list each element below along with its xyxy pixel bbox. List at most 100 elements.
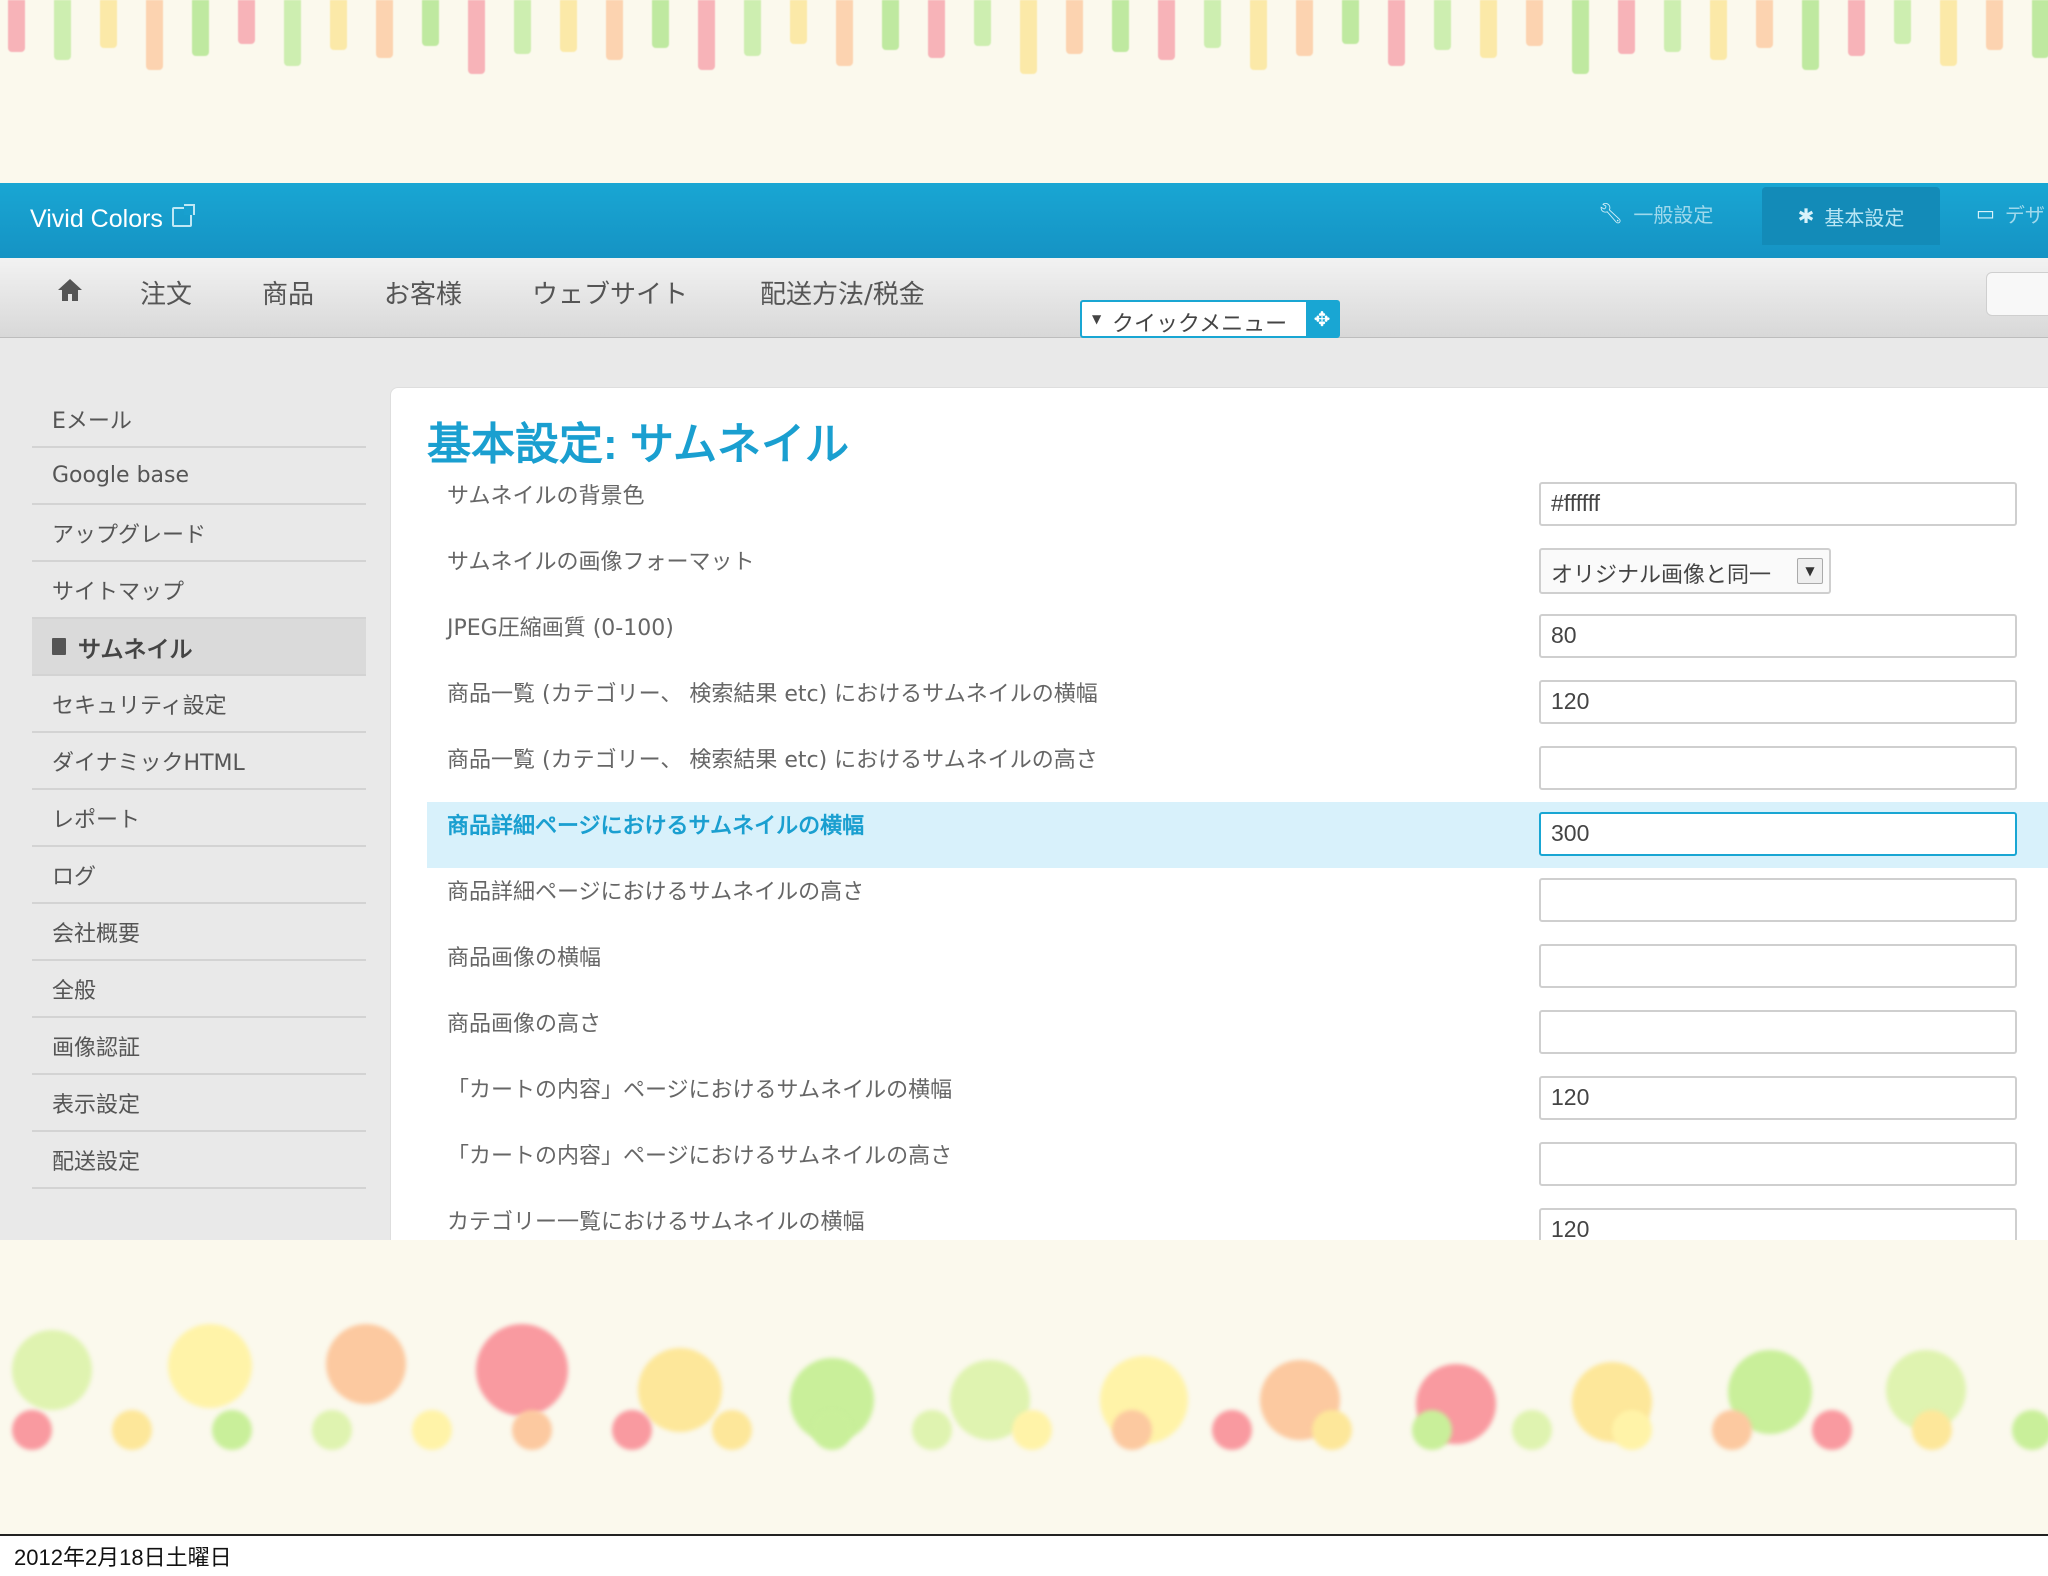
document-icon: [52, 638, 66, 655]
sidebar-item-google-base[interactable]: Google base: [32, 448, 366, 505]
list-thumb-width-input[interactable]: 120: [1539, 680, 2017, 724]
sidebar-item-label: 配送設定: [52, 1149, 141, 1175]
product-image-width-input[interactable]: [1539, 944, 2017, 988]
sidebar-item-delivery[interactable]: 配送設定: [32, 1132, 366, 1189]
stripe: [1526, 0, 1543, 46]
dot: [12, 1330, 92, 1410]
nav-orders[interactable]: 注文: [140, 274, 192, 311]
settings-sidebar: Eメール Google base アップグレード サイトマップ サムネイル セキ…: [32, 391, 366, 1189]
sidebar-item-label: サイトマップ: [52, 579, 185, 605]
setting-label: 商品詳細ページにおけるサムネイルの高さ: [447, 880, 865, 905]
stripe: [1618, 0, 1635, 54]
chevron-down-icon: ▼: [1797, 558, 1823, 584]
slide-date-caption: 2012年2月18日土曜日: [14, 1545, 232, 1570]
stripe: [882, 0, 899, 50]
brand-link[interactable]: Vivid Colors: [30, 205, 163, 234]
sidebar-item-upgrade[interactable]: アップグレード: [32, 505, 366, 562]
search-input[interactable]: [1986, 272, 2048, 316]
quick-menu-label: クイックメニュー: [1112, 312, 1288, 337]
quick-menu-dropdown[interactable]: ▼ クイックメニュー ✥: [1080, 300, 1340, 338]
stripe: [652, 0, 669, 48]
stripe: [744, 0, 761, 56]
nav-customers[interactable]: お客様: [384, 274, 462, 311]
external-link-icon[interactable]: [172, 204, 195, 227]
tab-design[interactable]: ▭ デザ: [1976, 183, 2045, 243]
move-icon[interactable]: ✥: [1306, 302, 1338, 336]
sidebar-item-label: 表示設定: [52, 1092, 141, 1118]
sidebar-item-label: 全般: [52, 978, 97, 1004]
sidebar-item-general[interactable]: 全般: [32, 961, 366, 1018]
sidebar-item-reports[interactable]: レポート: [32, 790, 366, 847]
sidebar-item-security[interactable]: セキュリティ設定: [32, 676, 366, 733]
setting-label: 「カートの内容」ページにおけるサムネイルの横幅: [447, 1078, 953, 1103]
nav-website[interactable]: ウェブサイト: [532, 274, 688, 311]
setting-label: カテゴリー一覧におけるサムネイルの横幅: [447, 1210, 865, 1235]
stripe: [560, 0, 577, 52]
stripe: [928, 0, 945, 58]
setting-row: 商品一覧 (カテゴリー、 検索結果 etc) におけるサムネイルの横幅 120: [427, 670, 2048, 736]
dot: [476, 1324, 568, 1416]
sidebar-item-email[interactable]: Eメール: [32, 391, 366, 448]
tab-label: 一般設定: [1633, 202, 1714, 227]
sidebar-item-company[interactable]: 会社概要: [32, 904, 366, 961]
stripe: [422, 0, 439, 46]
stripe: [1112, 0, 1129, 52]
stripe: [1894, 0, 1911, 44]
jpeg-quality-input[interactable]: 80: [1539, 614, 2017, 658]
stripe: [1066, 0, 1083, 54]
tab-general-settings[interactable]: 🔧︎ 一般設定: [1598, 183, 1713, 243]
setting-label: 商品一覧 (カテゴリー、 検索結果 etc) におけるサムネイルの横幅: [447, 682, 1098, 707]
slide-background: Vivid Colors 🔧︎ 一般設定 ✱ 基本設定 ▭ デザ 注文 商品 お…: [0, 0, 2048, 1536]
sidebar-item-logs[interactable]: ログ: [32, 847, 366, 904]
category-thumb-width-input[interactable]: 120: [1539, 1208, 2017, 1240]
dot: [326, 1324, 406, 1404]
stripe: [1664, 0, 1681, 52]
caret-down-icon: ▼: [1092, 312, 1102, 326]
product-image-height-input[interactable]: [1539, 1010, 2017, 1054]
stripe: [698, 0, 715, 70]
tab-basic-settings[interactable]: ✱ 基本設定: [1762, 187, 1940, 245]
setting-row: 商品一覧 (カテゴリー、 検索結果 etc) におけるサムネイルの高さ: [427, 736, 2048, 802]
nav-products[interactable]: 商品: [262, 274, 314, 311]
detail-thumb-width-input[interactable]: 300: [1539, 812, 2017, 856]
sidebar-item-thumbnail[interactable]: サムネイル: [32, 619, 366, 676]
gear-icon: ✱: [1797, 204, 1815, 228]
top-bar: Vivid Colors 🔧︎ 一般設定 ✱ 基本設定 ▭ デザ: [0, 183, 2048, 258]
sidebar-item-label: セキュリティ設定: [52, 693, 227, 719]
setting-row: 商品詳細ページにおけるサムネイルの高さ: [427, 868, 2048, 934]
home-icon[interactable]: [56, 276, 84, 304]
setting-label: サムネイルの背景色: [447, 484, 645, 509]
sidebar-item-captcha[interactable]: 画像認証: [32, 1018, 366, 1075]
dot: [712, 1410, 752, 1450]
sidebar-item-dynamic-html[interactable]: ダイナミックHTML: [32, 733, 366, 790]
sidebar-item-sitemap[interactable]: サイトマップ: [32, 562, 366, 619]
stripe: [238, 0, 255, 44]
sidebar-item-label: サムネイル: [78, 636, 193, 663]
wrench-icon: 🔧︎: [1598, 201, 1624, 225]
list-thumb-height-input[interactable]: [1539, 746, 2017, 790]
stripe: [2032, 0, 2048, 58]
setting-label: 商品一覧 (カテゴリー、 検索結果 etc) におけるサムネイルの高さ: [447, 748, 1098, 773]
setting-label: JPEG圧縮画質 (0-100): [447, 616, 674, 641]
setting-row: サムネイルの背景色 #ffffff: [427, 472, 2048, 538]
nav-shipping-tax[interactable]: 配送方法/税金: [760, 274, 925, 311]
dot: [1912, 1410, 1952, 1450]
background-color-input[interactable]: #ffffff: [1539, 482, 2017, 526]
image-format-select[interactable]: オリジナル画像と同一 ▼: [1539, 548, 1831, 594]
stripe: [1204, 0, 1221, 48]
detail-thumb-height-input[interactable]: [1539, 878, 2017, 922]
stripe: [1388, 0, 1405, 66]
dot: [1612, 1410, 1652, 1450]
setting-row-highlighted: 商品詳細ページにおけるサムネイルの横幅 300: [427, 802, 2048, 868]
setting-label: 商品画像の横幅: [447, 946, 602, 971]
sidebar-item-label: Google base: [52, 463, 190, 488]
setting-label: 商品画像の高さ: [447, 1012, 602, 1037]
setting-label: 商品詳細ページにおけるサムネイルの横幅: [447, 814, 865, 839]
cart-thumb-width-input[interactable]: 120: [1539, 1076, 2017, 1120]
sidebar-item-display[interactable]: 表示設定: [32, 1075, 366, 1132]
settings-panel: 基本設定: サムネイル サムネイルの背景色 #ffffff サムネイルの画像フォ…: [390, 387, 2048, 1240]
setting-row: カテゴリー一覧におけるサムネイルの横幅 120: [427, 1198, 2048, 1240]
cart-thumb-height-input[interactable]: [1539, 1142, 2017, 1186]
dot: [412, 1410, 452, 1450]
stripe: [1572, 0, 1589, 74]
